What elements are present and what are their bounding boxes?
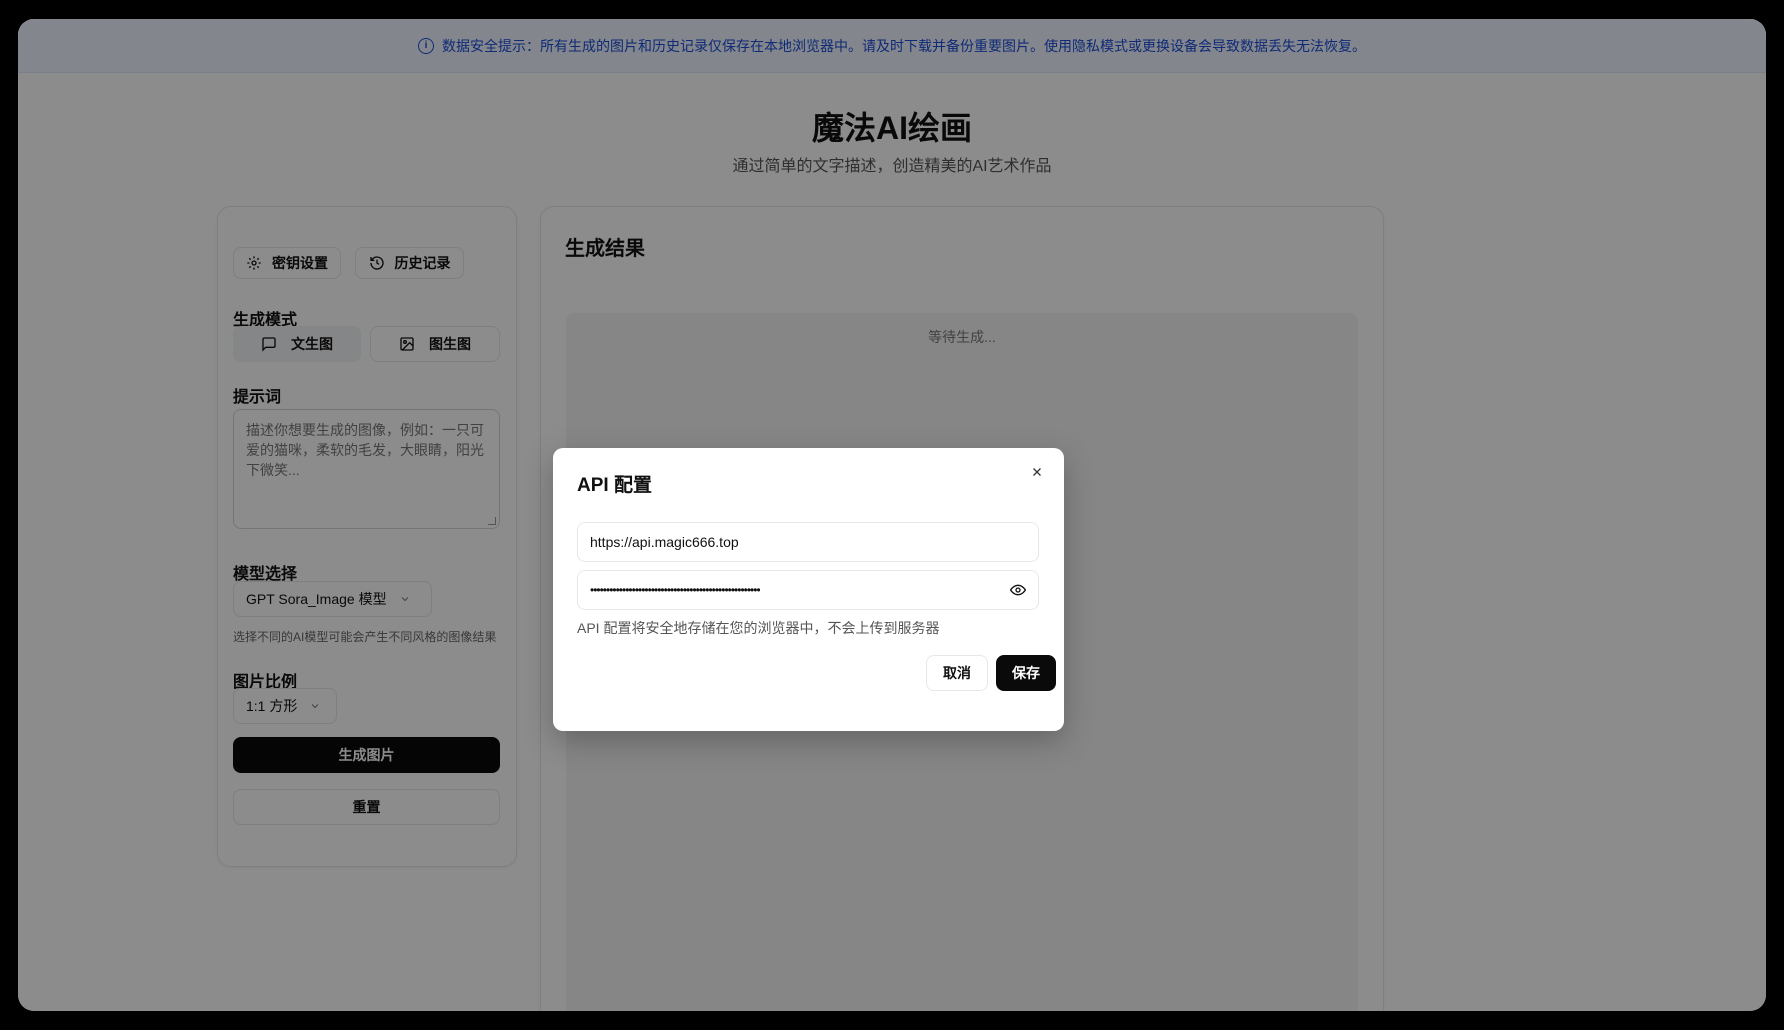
api-key-value: ••••••••••••••••••••••••••••••••••••••••…: [590, 583, 760, 597]
api-key-input[interactable]: ••••••••••••••••••••••••••••••••••••••••…: [577, 570, 1039, 610]
app-window: i 数据安全提示：所有生成的图片和历史记录仅保存在本地浏览器中。请及时下载并备份…: [18, 19, 1766, 1011]
dialog-title: API 配置: [577, 475, 652, 496]
save-button[interactable]: 保存: [996, 655, 1056, 691]
api-url-value: https://api.magic666.top: [590, 534, 739, 550]
dialog-note: API 配置将安全地存储在您的浏览器中，不会上传到服务器: [577, 620, 940, 636]
api-url-input[interactable]: https://api.magic666.top: [577, 522, 1039, 562]
eye-icon[interactable]: [1010, 582, 1026, 598]
close-icon[interactable]: [1028, 463, 1046, 481]
api-config-dialog: API 配置 https://api.magic666.top ••••••••…: [553, 448, 1064, 731]
cancel-button[interactable]: 取消: [926, 655, 988, 691]
